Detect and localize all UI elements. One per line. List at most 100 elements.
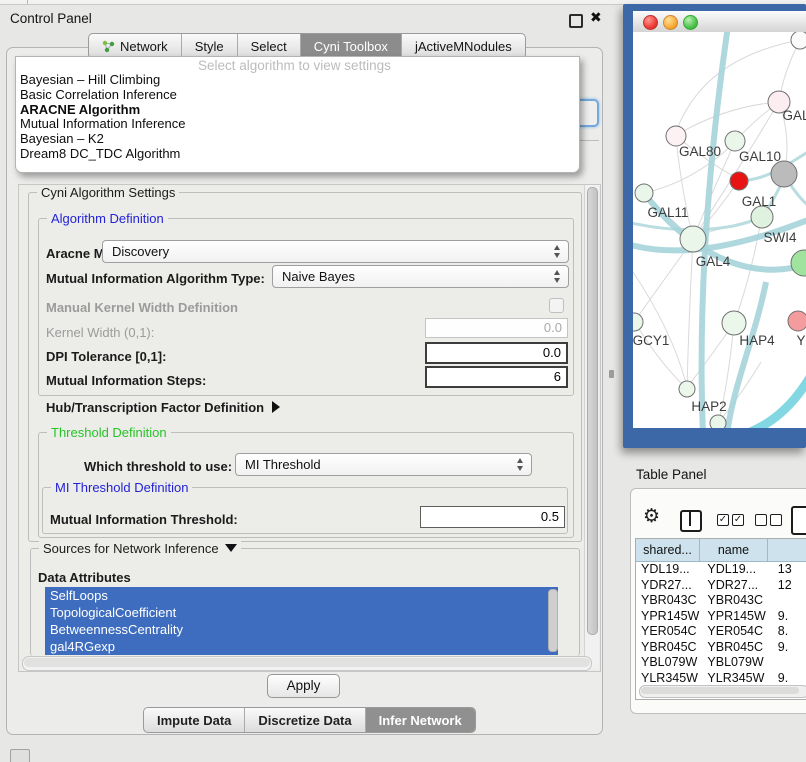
- tab-cyni-toolbox[interactable]: Cyni Toolbox: [301, 34, 402, 58]
- network-node-gal11[interactable]: [635, 184, 653, 202]
- mi-threshold-legend: MI Threshold Definition: [51, 480, 192, 495]
- network-node-gal1[interactable]: [730, 172, 748, 190]
- column-header[interactable]: shared...: [636, 539, 700, 562]
- minimized-panel-grip[interactable]: [10, 749, 30, 762]
- network-node-gcy1[interactable]: [633, 313, 643, 331]
- data-attributes-list[interactable]: SelfLoopsTopologicalCoefficientBetweenne…: [45, 587, 558, 655]
- deselect-all-icon[interactable]: [770, 514, 782, 526]
- split-columns-icon[interactable]: [680, 510, 702, 532]
- dpi-tolerance-field[interactable]: 0.0: [425, 342, 568, 364]
- network-window-titlebar[interactable]: [633, 11, 806, 33]
- manual-kernel-label: Manual Kernel Width Definition: [46, 300, 238, 315]
- hub-definition-toggle[interactable]: Hub/Transcription Factor Definition: [46, 400, 280, 415]
- scrollbar-thumb[interactable]: [641, 687, 799, 694]
- table-row[interactable]: YDL19...YDL19...13: [636, 562, 806, 578]
- data-attributes-label: Data Attributes: [38, 570, 131, 585]
- aracne-mode-select[interactable]: Discovery: [102, 240, 569, 263]
- table-cell: [773, 593, 806, 609]
- gear-icon[interactable]: ⚙: [643, 507, 660, 526]
- attribute-list-item[interactable]: gal4RGexp: [45, 638, 558, 655]
- close-window-icon[interactable]: [643, 15, 658, 30]
- table-row[interactable]: YPR145WYPR145W9.: [636, 609, 806, 625]
- new-table-icon[interactable]: [791, 506, 806, 535]
- table-cell: YBR045C: [702, 640, 772, 656]
- tab-select[interactable]: Select: [238, 34, 301, 58]
- scrollbar-thumb[interactable]: [24, 658, 590, 667]
- sources-legend-text: Sources for Network Inference: [43, 541, 219, 556]
- table-cell: YER054C: [636, 624, 702, 640]
- network-graph: GALGAL80GAL10GAL1GAL11SWI4GAL4GCY1HAP4YH…: [633, 32, 806, 428]
- network-node[interactable]: [710, 415, 726, 428]
- float-panel-icon[interactable]: [569, 14, 583, 28]
- minimize-window-icon[interactable]: [663, 15, 678, 30]
- which-threshold-select[interactable]: MI Threshold: [235, 453, 532, 476]
- attribute-list-item[interactable]: SelfLoops: [45, 587, 558, 604]
- tab-style[interactable]: Style: [182, 34, 238, 58]
- table-row[interactable]: YER054CYER054C8.: [636, 624, 806, 640]
- close-panel-icon[interactable]: ✖: [590, 9, 602, 26]
- table-row[interactable]: YBR045CYBR045C9.: [636, 640, 806, 656]
- network-node-y[interactable]: [788, 311, 806, 331]
- scrollbar-thumb[interactable]: [587, 187, 598, 635]
- network-node[interactable]: [771, 161, 797, 187]
- settings-horizontal-scrollbar[interactable]: [22, 656, 592, 671]
- table-row[interactable]: YLR345WYLR345W9.: [636, 671, 806, 687]
- network-node-gal80[interactable]: [666, 126, 686, 146]
- tab-network[interactable]: Network: [89, 34, 182, 58]
- network-node[interactable]: [791, 250, 806, 276]
- cyni-tab-impute-data[interactable]: Impute Data: [144, 708, 245, 732]
- node-label: Y: [796, 333, 805, 348]
- stepper-arrows-icon[interactable]: [554, 270, 561, 283]
- table-row[interactable]: YBL079WYBL079W: [636, 655, 806, 671]
- stepper-arrows-icon[interactable]: [554, 245, 561, 258]
- algorithm-option[interactable]: Dream8 DC_TDC Algorithm: [20, 147, 575, 162]
- algorithm-option[interactable]: Bayesian – K2: [20, 132, 575, 147]
- cyni-tab-infer-network[interactable]: Infer Network: [366, 708, 475, 732]
- network-node[interactable]: [791, 32, 806, 49]
- cyni-bottom-tabbar: Impute DataDiscretize DataInfer Network: [143, 707, 476, 733]
- algorithm-option[interactable]: Basic Correlation Inference: [20, 88, 575, 103]
- apply-button[interactable]: Apply: [267, 674, 340, 698]
- network-node-swi4[interactable]: [751, 206, 773, 228]
- table-cell: 9.: [773, 640, 806, 656]
- mi-threshold-field[interactable]: 0.5: [420, 506, 565, 528]
- select-all-check-icon[interactable]: ✓: [732, 514, 744, 526]
- network-node-hap2[interactable]: [679, 381, 695, 397]
- mi-steps-field[interactable]: 6: [425, 366, 568, 388]
- algorithm-option[interactable]: Bayesian – Hill Climbing: [20, 73, 575, 88]
- network-node-gal4[interactable]: [680, 226, 706, 252]
- attributes-scrollbar-thumb[interactable]: [548, 589, 558, 652]
- table-row[interactable]: YBR043CYBR043C: [636, 593, 806, 609]
- network-canvas[interactable]: GALGAL80GAL10GAL1GAL11SWI4GAL4GCY1HAP4YH…: [633, 32, 806, 428]
- deselect-all-icon[interactable]: [755, 514, 767, 526]
- column-header[interactable]: [768, 539, 806, 562]
- table-cell: YBL079W: [636, 655, 702, 671]
- tab-label: jActiveMNodules: [415, 39, 512, 54]
- node-label: SWI4: [763, 230, 796, 245]
- stepper-arrows-icon[interactable]: [517, 458, 524, 471]
- network-node-gal10[interactable]: [725, 131, 745, 151]
- attribute-list-item[interactable]: TopologicalCoefficient: [45, 604, 558, 621]
- table-row[interactable]: YDR27...YDR27...12: [636, 578, 806, 594]
- node-label: HAP4: [739, 333, 775, 348]
- network-view-window[interactable]: GALGAL80GAL10GAL1GAL11SWI4GAL4GCY1HAP4YH…: [623, 4, 806, 448]
- which-threshold-label: Which threshold to use:: [84, 459, 232, 474]
- select-all-check-icon[interactable]: ✓: [717, 514, 729, 526]
- settings-vertical-scrollbar[interactable]: [584, 185, 599, 669]
- tab-jactivemnodules[interactable]: jActiveMNodules: [402, 34, 525, 58]
- network-node-hap4[interactable]: [722, 311, 746, 335]
- panel-splitter-handle[interactable]: [609, 370, 614, 378]
- manual-kernel-checkbox[interactable]: [549, 298, 564, 313]
- mi-steps-label: Mutual Information Steps:: [46, 373, 206, 388]
- attribute-list-item[interactable]: BetweennessCentrality: [45, 621, 558, 638]
- mi-type-select[interactable]: Naive Bayes: [272, 265, 569, 288]
- algorithm-option[interactable]: Mutual Information Inference: [20, 117, 575, 132]
- kernel-width-field[interactable]: 0.0: [425, 318, 568, 338]
- sources-legend[interactable]: Sources for Network Inference: [39, 541, 241, 556]
- table-cell: 9.: [773, 671, 806, 687]
- zoom-window-icon[interactable]: [683, 15, 698, 30]
- algorithm-option[interactable]: ARACNE Algorithm: [20, 103, 575, 118]
- column-header[interactable]: name: [700, 539, 768, 562]
- cyni-tab-discretize-data[interactable]: Discretize Data: [245, 708, 365, 732]
- table-horizontal-scrollbar[interactable]: [639, 685, 806, 698]
